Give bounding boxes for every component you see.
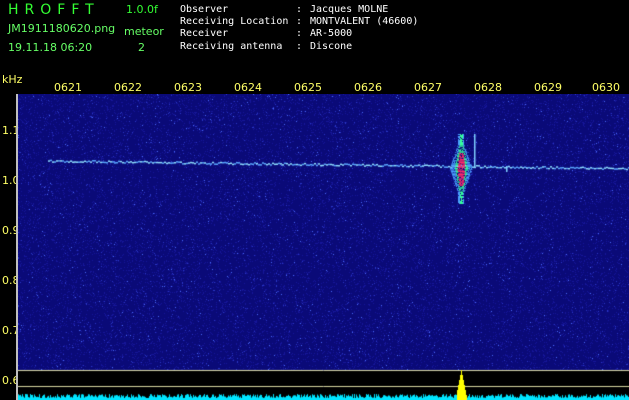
time-tick: 0628 [474, 81, 502, 94]
time-tick: 0625 [294, 81, 322, 94]
detection-label: meteor [124, 25, 164, 38]
detection-count: 2 [138, 41, 145, 54]
info-row-location: Receiving Location: MONTVALENT (46600) [180, 16, 419, 28]
info-key: Receiver [180, 28, 229, 40]
time-tick: 0629 [534, 81, 562, 94]
info-row-observer: Observer: Jacques MOLNE [180, 4, 389, 15]
info-value: Jacques MOLNE [310, 4, 389, 15]
info-key: Observer [180, 4, 229, 15]
time-tick: 0627 [414, 81, 442, 94]
time-tick: 0630 [592, 81, 620, 94]
filename-label: JM1911180620.png [8, 22, 116, 35]
info-value: MONTVALENT (46600) [310, 16, 419, 28]
app-title: HROFFT [8, 2, 100, 18]
station-info: Observer: Jacques MOLNE Receiving Locatio… [180, 4, 418, 53]
spectrogram-canvas[interactable] [18, 94, 629, 400]
info-row-receiver: Receiver: AR-5000 [180, 28, 353, 40]
datetime-label: 19.11.18 06:20 [8, 41, 93, 54]
info-key: Receiving Location [180, 16, 289, 28]
time-tick: 0626 [354, 81, 382, 94]
info-value: Discone [310, 40, 353, 52]
version-label: 1.0.0f [126, 3, 158, 16]
time-tick: 0621 [54, 81, 82, 94]
time-tick: 0622 [114, 81, 142, 94]
time-tick: 0624 [234, 81, 262, 94]
info-row-antenna: Receiving antenna: Discone [180, 40, 353, 52]
time-tick: 0623 [174, 81, 202, 94]
info-value: AR-5000 [310, 28, 353, 40]
info-key: Receiving antenna [180, 40, 283, 52]
